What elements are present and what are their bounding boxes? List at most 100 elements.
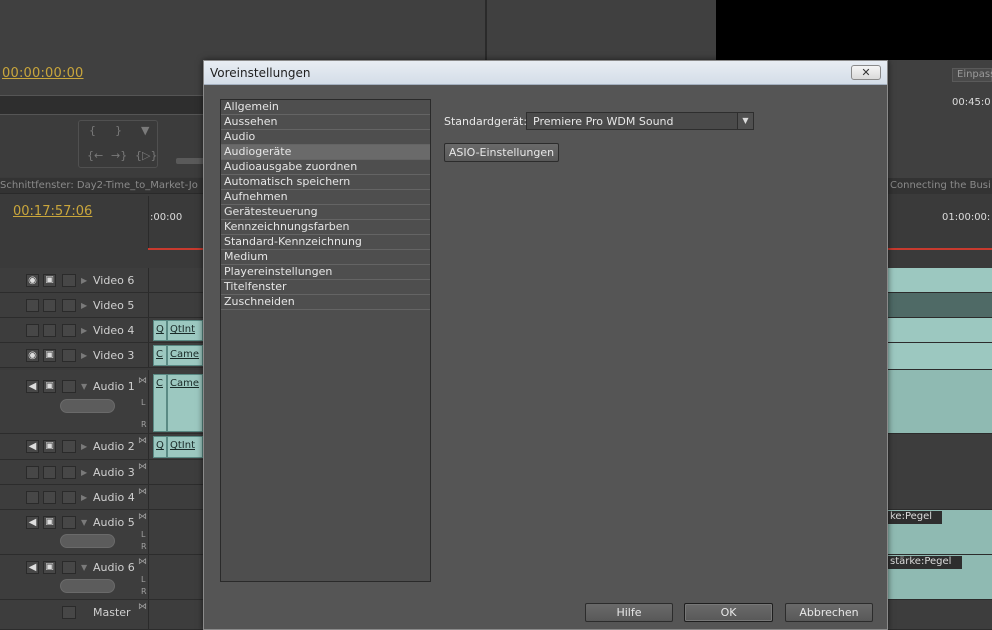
marker-icon[interactable]: ▼ [141, 124, 149, 137]
category-item-titelfenster[interactable]: Titelfenster [221, 280, 430, 295]
toggle-box[interactable] [43, 299, 56, 312]
target-toggle[interactable] [62, 606, 76, 619]
toggle-box[interactable] [26, 299, 39, 312]
timeline-right-v5[interactable] [888, 293, 992, 318]
eye-icon[interactable]: ◉ [26, 274, 39, 287]
target-toggle[interactable] [62, 380, 76, 393]
timeline-right-v4[interactable] [888, 318, 992, 343]
category-item-medium[interactable]: Medium [221, 250, 430, 265]
volume-knob[interactable] [60, 579, 115, 593]
category-item-playereinstellungen[interactable]: Playereinstellungen [221, 265, 430, 280]
expand-triangle-icon[interactable]: ▶ [81, 442, 87, 451]
play-in-out-icon[interactable]: {▷} [135, 149, 157, 162]
target-toggle[interactable] [62, 516, 76, 529]
category-item-aussehen[interactable]: Aussehen [221, 115, 430, 130]
timeline-right-a1[interactable] [888, 370, 992, 434]
bowtie-icon: ⋈ [138, 462, 147, 472]
monitor-scrub-bar[interactable] [0, 95, 205, 115]
close-icon: ✕ [861, 66, 871, 79]
target-toggle[interactable] [62, 440, 76, 453]
category-item-kennzeichnungsfarben[interactable]: Kennzeichnungsfarben [221, 220, 430, 235]
target-toggle[interactable] [62, 561, 76, 574]
clip[interactable]: Q [153, 320, 167, 341]
lock-icon[interactable]: ▣ [43, 516, 56, 529]
toggle-box[interactable] [26, 466, 39, 479]
category-item-audiogeraete[interactable]: Audiogeräte [221, 145, 430, 160]
clip[interactable]: C [153, 345, 167, 366]
target-toggle[interactable] [62, 491, 76, 504]
clip[interactable]: QtInt [167, 436, 203, 458]
category-item-aufnehmen[interactable]: Aufnehmen [221, 190, 430, 205]
speaker-icon[interactable]: ◀ [26, 561, 39, 574]
close-button[interactable]: ✕ [851, 65, 881, 80]
volume-knob[interactable] [60, 399, 115, 413]
target-toggle[interactable] [62, 274, 76, 287]
toggle-box[interactable] [26, 491, 39, 504]
sequence-timecode[interactable]: 00:17:57:06 [13, 204, 92, 219]
target-toggle[interactable] [62, 466, 76, 479]
lock-icon[interactable]: ▣ [43, 274, 56, 287]
track-audio-2: ◀ ▣ ▶ Audio 2 ⋈ Q QtInt [0, 434, 205, 460]
channel-l: L [141, 398, 146, 407]
category-item-standard-kennzeichnung[interactable]: Standard-Kennzeichnung [221, 235, 430, 250]
expand-triangle-icon[interactable]: ▶ [81, 493, 87, 502]
toggle-box[interactable] [43, 324, 56, 337]
chevron-down-icon[interactable]: ▼ [737, 113, 753, 129]
clip[interactable]: Came [167, 345, 203, 366]
goto-out-icon[interactable]: →} [111, 149, 127, 162]
volume-keyframe-dropdown[interactable]: ke:Pegel [888, 511, 942, 524]
mark-in-icon[interactable]: { [89, 124, 96, 137]
toggle-box[interactable] [26, 324, 39, 337]
jog-fader[interactable] [176, 158, 205, 164]
fit-dropdown[interactable]: Einpass [952, 68, 992, 82]
help-button[interactable]: Hilfe [585, 603, 673, 622]
expand-triangle-icon[interactable]: ▼ [81, 382, 87, 391]
toggle-box[interactable] [43, 466, 56, 479]
eye-icon[interactable]: ◉ [26, 349, 39, 362]
clip[interactable]: Came [167, 374, 203, 432]
expand-triangle-icon[interactable]: ▶ [81, 301, 87, 310]
volume-knob[interactable] [60, 534, 115, 548]
category-item-allgemein[interactable]: Allgemein [221, 100, 430, 115]
expand-triangle-icon[interactable]: ▶ [81, 351, 87, 360]
dialog-titlebar[interactable]: Voreinstellungen ✕ [204, 61, 887, 85]
category-item-automatisch-speichern[interactable]: Automatisch speichern [221, 175, 430, 190]
source-timecode[interactable]: 00:00:00:00 [2, 66, 84, 81]
target-toggle[interactable] [62, 349, 76, 362]
speaker-icon[interactable]: ◀ [26, 516, 39, 529]
lock-icon[interactable]: ▣ [43, 349, 56, 362]
expand-triangle-icon[interactable]: ▶ [81, 468, 87, 477]
asio-settings-button[interactable]: ASIO-Einstellungen [444, 143, 559, 162]
expand-triangle-icon[interactable]: ▶ [81, 326, 87, 335]
category-item-zuschneiden[interactable]: Zuschneiden [221, 295, 430, 310]
ok-button[interactable]: OK [684, 603, 773, 622]
toggle-box[interactable] [43, 491, 56, 504]
target-toggle[interactable] [62, 299, 76, 312]
sequence-tab[interactable]: Schnittfenster: Day2-Time_to_Market-Jo [0, 178, 205, 194]
speaker-icon[interactable]: ◀ [26, 440, 39, 453]
mark-out-icon[interactable]: } [115, 124, 122, 137]
target-toggle[interactable] [62, 324, 76, 337]
sequence-tab-right[interactable]: Connecting the Busi [888, 178, 992, 194]
lock-icon[interactable]: ▣ [43, 440, 56, 453]
goto-in-icon[interactable]: {← [87, 149, 103, 162]
standard-device-select[interactable]: Premiere Pro WDM Sound ▼ [526, 112, 754, 130]
speaker-icon[interactable]: ◀ [26, 380, 39, 393]
volume-keyframe-dropdown[interactable]: stärke:Pegel [888, 556, 962, 569]
category-list[interactable]: Allgemein Aussehen Audio Audiogeräte Aud… [220, 99, 431, 582]
lock-icon[interactable]: ▣ [43, 380, 56, 393]
clip[interactable]: Q [153, 436, 167, 458]
category-item-audioausgabe-zuordnen[interactable]: Audioausgabe zuordnen [221, 160, 430, 175]
track-divider [148, 510, 149, 554]
expand-triangle-icon[interactable]: ▶ [81, 276, 87, 285]
timeline-right-v3[interactable] [888, 343, 992, 370]
category-item-geraetesteuerung[interactable]: Gerätesteuerung [221, 205, 430, 220]
timeline-right-v6[interactable] [888, 268, 992, 293]
category-item-audio[interactable]: Audio [221, 130, 430, 145]
expand-triangle-icon[interactable]: ▼ [81, 563, 87, 572]
clip[interactable]: C [153, 374, 167, 432]
cancel-button[interactable]: Abbrechen [785, 603, 873, 622]
clip[interactable]: QtInt [167, 320, 203, 341]
lock-icon[interactable]: ▣ [43, 561, 56, 574]
expand-triangle-icon[interactable]: ▼ [81, 518, 87, 527]
